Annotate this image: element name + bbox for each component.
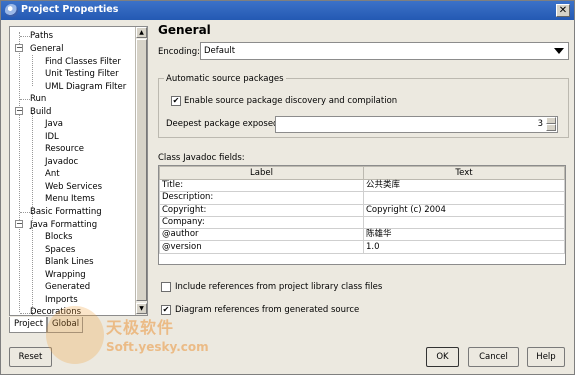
tree-item-resource[interactable]: Resource [45,143,84,155]
diagram-refs-checkbox[interactable]: ✔ [161,305,171,315]
watermark-text: 天极软件 [106,318,175,337]
cell-label[interactable]: @version [159,240,364,254]
diagram-refs-label: Diagram references from generated source [175,305,360,315]
table-row[interactable]: Company: [159,215,565,230]
deepest-package-value: 3 [537,119,543,129]
collapse-icon[interactable]: − [15,107,23,115]
tree-item-paths[interactable]: Paths [30,30,53,42]
tree-item-menu-items[interactable]: Menu Items [45,193,95,205]
table-row[interactable]: Copyright: Copyright (c) 2004 [159,203,565,217]
table-row[interactable]: @author 陈雄华 [159,228,565,242]
tree-item-general[interactable]: General [30,43,64,55]
collapse-icon[interactable]: − [15,220,23,228]
tree-item-unit-testing-filter[interactable]: Unit Testing Filter [45,68,119,80]
page-title: General [158,23,211,37]
deepest-package-spinner[interactable]: 3 [275,116,558,133]
cell-label[interactable]: Title: [159,178,364,193]
tree-item-java-formatting[interactable]: Java Formatting [30,219,97,231]
enable-discovery-checkbox[interactable]: ✔ [171,96,181,106]
window-title: Project Properties [21,4,119,15]
tree-item-idl[interactable]: IDL [45,131,59,143]
cell-label[interactable]: Company: [159,215,364,230]
cancel-button[interactable]: Cancel [468,347,519,367]
auto-source-packages-title: Automatic source packages [164,74,286,84]
tree-item-generated[interactable]: Generated [45,281,90,293]
reset-button[interactable]: Reset [9,347,52,367]
tree-scrollbar[interactable]: ▲ ▼ [135,27,147,315]
settings-tree-panel: Paths − General Find Classes Filter Unit… [9,26,148,316]
close-button[interactable]: ✕ [556,4,570,17]
chevron-down-icon [554,48,564,54]
enable-discovery-label: Enable source package discovery and comp… [184,96,398,106]
tree-item-uml-diagram-filter[interactable]: UML Diagram Filter [45,81,126,93]
include-refs-checkbox[interactable] [161,282,171,292]
column-header-text[interactable]: Text [363,166,565,180]
tree-item-javadoc[interactable]: Javadoc [45,156,78,168]
table-row[interactable]: @version 1.0 [159,240,565,254]
title-bar: Project Properties ✕ [1,1,574,20]
cell-label[interactable]: Copyright: [159,203,364,217]
javadoc-fields-label: Class Javadoc fields: [158,153,245,163]
javadoc-fields-table: Label Text Title: 公共类库 Description: Copyr… [158,165,566,265]
tree-item-build[interactable]: Build [30,106,51,118]
cell-label[interactable]: Description: [159,191,364,205]
deepest-package-label: Deepest package exposed: [166,119,282,129]
column-header-label[interactable]: Label [159,166,364,180]
cell-text[interactable] [363,191,565,205]
tree-item-wrapping[interactable]: Wrapping [45,269,86,281]
watermark-url: Soft.yesky.com [106,340,209,354]
cell-text[interactable]: 公共类库 [363,178,565,193]
spin-up-icon[interactable] [546,117,556,124]
tree-item-blocks[interactable]: Blocks [45,231,72,243]
help-button[interactable]: Help [527,347,565,367]
tree-item-run[interactable]: Run [30,93,46,105]
tree-item-imports[interactable]: Imports [45,294,78,306]
settings-tree: Paths − General Find Classes Filter Unit… [10,27,135,315]
table-row[interactable]: Description: [159,191,565,205]
encoding-select[interactable]: Default [200,42,569,60]
tree-item-web-services[interactable]: Web Services [45,181,102,193]
cell-text[interactable]: 陈雄华 [363,228,565,242]
tree-item-spaces[interactable]: Spaces [45,244,75,256]
cell-label[interactable]: @author [159,228,364,242]
app-icon [5,4,18,17]
tree-item-basic-formatting[interactable]: Basic Formatting [30,206,102,218]
spin-down-icon[interactable] [546,124,556,131]
cell-text[interactable]: 1.0 [363,240,565,254]
scroll-down-icon[interactable]: ▼ [136,303,147,314]
tree-item-blank-lines[interactable]: Blank Lines [45,256,94,268]
tree-item-java[interactable]: Java [45,118,63,130]
ok-button[interactable]: OK [426,347,459,367]
collapse-icon[interactable]: − [15,44,23,52]
cell-text[interactable] [363,215,565,230]
tree-item-decorations[interactable]: Decorations [30,306,81,315]
tree-item-ant[interactable]: Ant [45,168,60,180]
scrollbar-thumb[interactable] [136,39,147,301]
encoding-label: Encoding: [158,47,201,57]
tab-project[interactable]: Project [9,317,47,333]
encoding-value: Default [204,46,236,56]
table-row[interactable]: Title: 公共类库 [159,178,565,193]
tab-global[interactable]: Global [47,317,83,333]
cell-text[interactable]: Copyright (c) 2004 [363,203,565,217]
scroll-up-icon[interactable]: ▲ [136,27,147,38]
project-properties-dialog: Project Properties ✕ Paths − General Fin… [0,0,575,375]
tree-item-find-classes-filter[interactable]: Find Classes Filter [45,56,121,68]
include-refs-label: Include references from project library … [175,282,383,292]
